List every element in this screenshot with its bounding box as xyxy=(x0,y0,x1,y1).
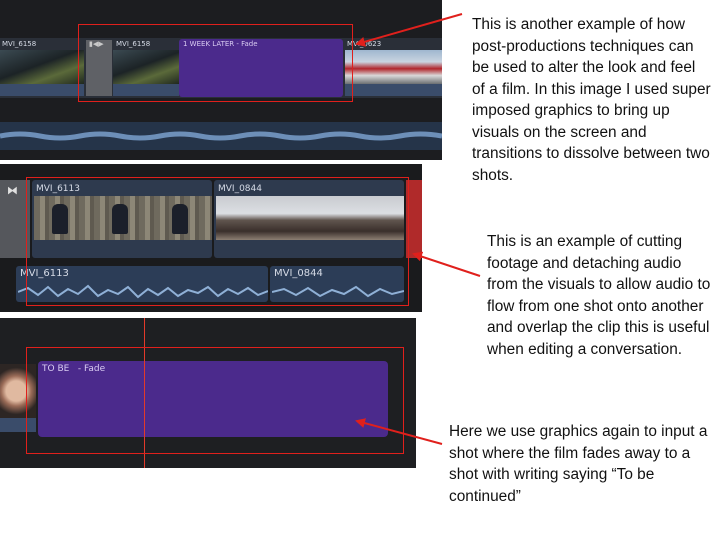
timeline-screenshot-1: MVI_6158 ▮◀▶ MVI_6158 1 WEEK LATER - Fad… xyxy=(0,0,442,160)
audio-waveform xyxy=(272,285,404,298)
clip-audio xyxy=(0,84,84,96)
person-figure xyxy=(172,204,188,234)
clip-thumbnail xyxy=(0,50,84,84)
annotation-note: This is an example of cutting footage an… xyxy=(487,233,711,358)
clip-audio xyxy=(113,84,179,96)
transition-icon: ▮◀▶ xyxy=(89,40,104,48)
clip-thumbnail xyxy=(113,50,179,84)
video-clip xyxy=(406,180,422,258)
clip-thumbnail xyxy=(345,50,442,84)
clip-label: MVI_6158 xyxy=(116,40,151,48)
arrow xyxy=(412,251,481,277)
clip-label: MVI_0623 xyxy=(347,40,382,48)
video-clip-label: MVI_0844 xyxy=(218,184,262,194)
audio-waveform xyxy=(0,131,442,141)
audio-waveform xyxy=(18,284,268,299)
clip-thumbnail xyxy=(216,196,404,240)
timeline-screenshot-2: ⧓ MVI_6113 MVI_0844 MVI_6113 MVI_0844 xyxy=(0,164,422,312)
audio-clip-label: MVI_6113 xyxy=(20,268,69,279)
transition-icon: ⧓ xyxy=(7,184,18,197)
title-clip-label: TO BE - Fade xyxy=(42,364,106,374)
annotation-note: This is another example of how post-prod… xyxy=(472,16,711,184)
playhead[interactable] xyxy=(144,318,145,468)
clip-audio xyxy=(0,418,36,432)
person-figure xyxy=(52,204,68,234)
timeline-screenshot-3: TO BE - Fade xyxy=(0,318,416,468)
clip-audio xyxy=(345,84,442,96)
person-figure xyxy=(112,204,128,234)
clip-thumbnail xyxy=(0,364,36,418)
title-clip-label: 1 WEEK LATER - Fade xyxy=(183,40,258,48)
annotation-note: Here we use graphics again to input a sh… xyxy=(449,423,708,505)
clip-label: MVI_6158 xyxy=(2,40,37,48)
audio-clip-label: MVI_0844 xyxy=(274,268,323,279)
gap-clip xyxy=(86,40,112,96)
video-clip-label: MVI_6113 xyxy=(36,184,80,194)
